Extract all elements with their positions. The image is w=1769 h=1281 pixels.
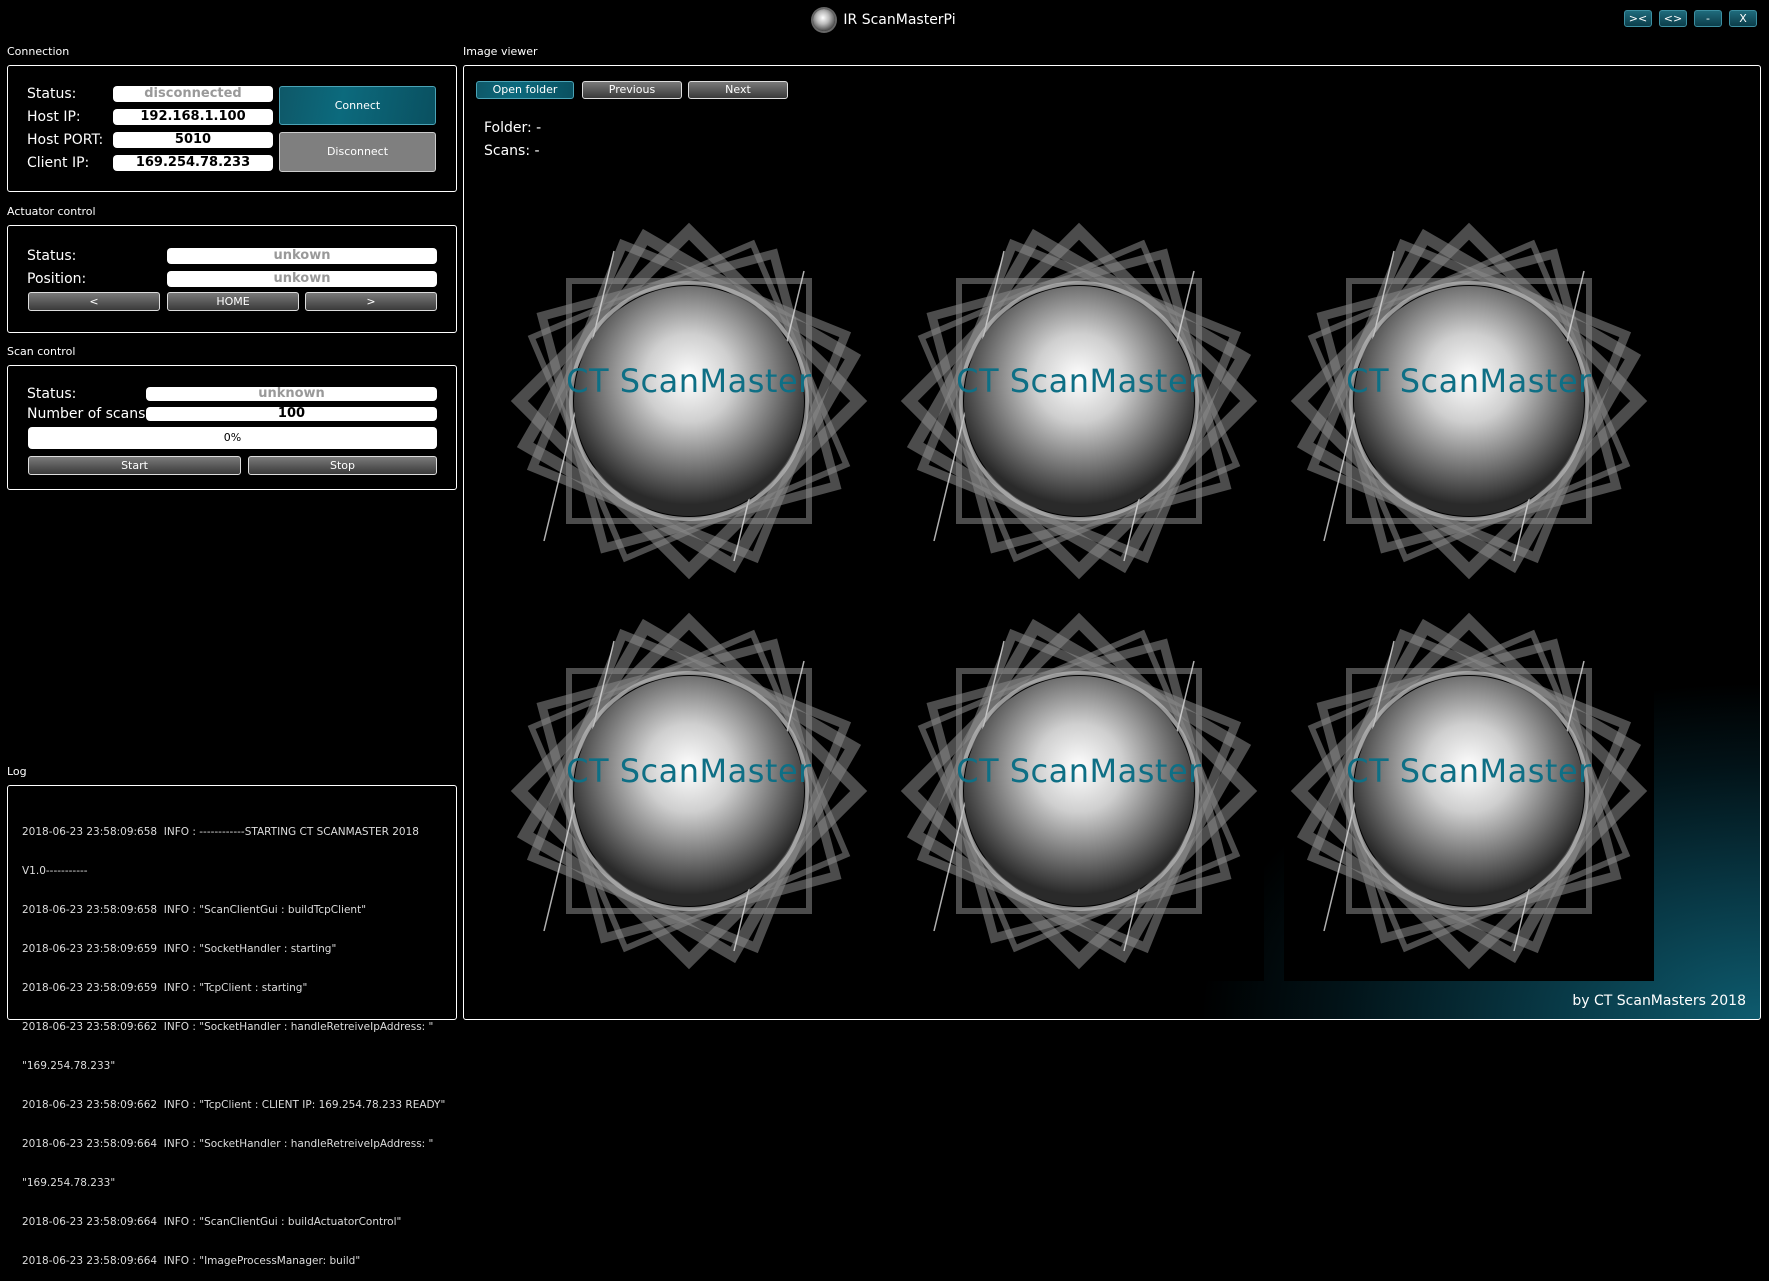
scan-thumbnail[interactable]: CT ScanMaster [1284,211,1654,591]
actuator-status-value: unkown [167,248,437,264]
host-port-field[interactable]: 5010 [113,132,273,148]
scan-thumbnail[interactable]: CT ScanMaster [504,601,874,981]
log-line: 2018-06-23 23:58:09:664 INFO : "ImagePro… [22,1255,361,1267]
scan-section-label: Scan control [7,345,76,358]
log-line: "169.254.78.233" [22,1060,116,1072]
log-section-label: Log [7,765,27,778]
window-controls: >< <> - X [1624,10,1757,27]
num-scans-field[interactable]: 100 [146,407,437,421]
viewer-section-label: Image viewer [463,45,538,58]
credit-text: by CT ScanMasters 2018 [1572,993,1746,1009]
close-button[interactable]: X [1729,10,1757,27]
host-ip-label: Host IP: [27,109,81,125]
title-bar: IR ScanMasterPi >< <> - X [0,0,1769,38]
log-line: 2018-06-23 23:58:09:658 INFO : ---------… [22,826,419,838]
stop-scan-button[interactable]: Stop [248,456,437,475]
scans-info: Scans: - [484,143,540,159]
actuator-home-button[interactable]: HOME [167,292,299,311]
log-text: 2018-06-23 23:58:09:658 INFO : ---------… [22,800,452,1281]
scan-thumbnail[interactable]: CT ScanMaster [894,211,1264,591]
expand-window-button[interactable]: <> [1659,10,1687,27]
client-ip-field[interactable]: 169.254.78.233 [113,155,273,171]
scan-progress-text: 0% [223,431,242,444]
image-viewer-panel: Open folder Previous Next Folder: - Scan… [463,65,1761,1020]
scan-image [1290,612,1648,970]
connection-status-value: disconnected [113,86,273,102]
next-button[interactable]: Next [688,81,788,99]
thumbnail-caption: CT ScanMaster [956,362,1202,400]
folder-info: Folder: - [484,120,542,136]
actuator-position-label: Position: [27,271,87,287]
actuator-left-button[interactable]: < [28,292,160,311]
log-line: 2018-06-23 23:58:09:659 INFO : "TcpClien… [22,982,308,994]
client-ip-label: Client IP: [27,155,90,171]
open-folder-button[interactable]: Open folder [476,81,574,99]
scan-progress-bar: 0% [28,427,437,449]
scan-status-label: Status: [27,386,77,402]
scan-image [900,612,1258,970]
scan-thumbnail[interactable]: CT ScanMaster [894,601,1264,981]
thumbnail-caption: CT ScanMaster [566,752,812,790]
connection-section-label: Connection [7,45,70,58]
minimize-button[interactable]: - [1694,10,1722,27]
log-line: 2018-06-23 23:58:09:658 INFO : "ScanClie… [22,904,367,916]
actuator-status-label: Status: [27,248,77,264]
scan-image [510,612,868,970]
thumbnail-caption: CT ScanMaster [956,752,1202,790]
log-line: 2018-06-23 23:58:09:662 INFO : "TcpClien… [22,1099,446,1111]
app-logo-icon [813,9,836,31]
host-ip-field[interactable]: 192.168.1.100 [113,109,273,125]
thumbnail-caption: CT ScanMaster [1346,752,1592,790]
disconnect-button[interactable]: Disconnect [279,132,436,172]
scan-image [1290,222,1648,580]
log-line: "169.254.78.233" [22,1177,116,1189]
thumbnail-caption: CT ScanMaster [566,362,812,400]
host-port-label: Host PORT: [27,132,104,148]
connection-panel: Status: disconnected Host IP: 192.168.1.… [7,65,457,192]
connect-button[interactable]: Connect [279,86,436,125]
thumbnail-caption: CT ScanMaster [1346,362,1592,400]
scan-thumbnail[interactable]: CT ScanMaster [504,211,874,591]
log-line: V1.0----------- [22,865,88,877]
shrink-window-button[interactable]: >< [1624,10,1652,27]
actuator-right-button[interactable]: > [305,292,437,311]
log-line: 2018-06-23 23:58:09:664 INFO : "SocketHa… [22,1138,434,1150]
scan-thumbnail[interactable]: CT ScanMaster [1284,601,1654,981]
previous-button[interactable]: Previous [582,81,682,99]
num-scans-label: Number of scans: [27,406,151,422]
scan-image [900,222,1258,580]
actuator-position-value: unkown [167,271,437,287]
start-scan-button[interactable]: Start [28,456,241,475]
scan-image [510,222,868,580]
scan-status-value: unknown [146,387,437,401]
actuator-section-label: Actuator control [7,205,96,218]
scan-panel: Status: unknown Number of scans: 100 0% … [7,365,457,490]
actuator-panel: Status: unkown Position: unkown < HOME > [7,225,457,333]
log-line: 2018-06-23 23:58:09:664 INFO : "ScanClie… [22,1216,402,1228]
connection-status-label: Status: [27,86,77,102]
log-line: 2018-06-23 23:58:09:659 INFO : "SocketHa… [22,943,337,955]
window-title-area: IR ScanMasterPi [0,9,1769,31]
window-title: IR ScanMasterPi [843,12,956,28]
